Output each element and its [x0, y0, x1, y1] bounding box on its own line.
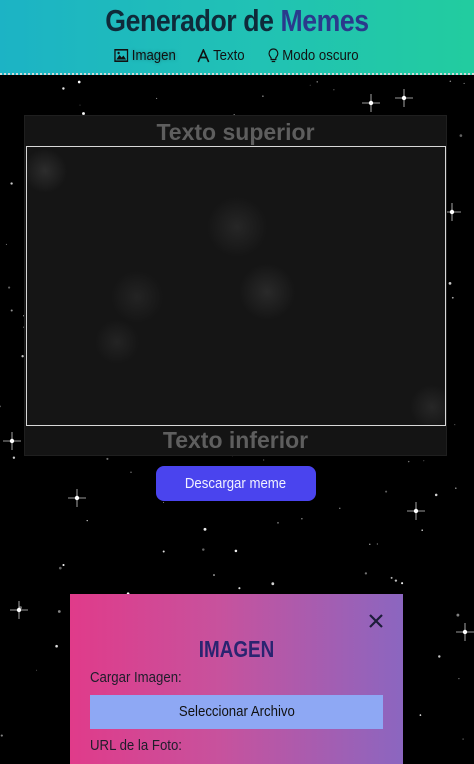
- star: [454, 424, 456, 426]
- star: [62, 563, 65, 567]
- sparkle-star: [407, 502, 425, 520]
- star: [438, 655, 441, 658]
- star: [376, 543, 378, 545]
- nav-label-modo-oscuro: Modo oscuro: [281, 47, 359, 64]
- title-part-2: Memes: [280, 3, 369, 38]
- star: [202, 548, 205, 551]
- star: [156, 97, 158, 99]
- image-settings-panel: IMAGEN Cargar Imagen: Seleccionar Archiv…: [70, 594, 403, 764]
- select-file-label: Seleccionar Archivo: [178, 703, 295, 720]
- star: [463, 82, 465, 84]
- star: [10, 309, 13, 312]
- nav-item-modo-oscuro[interactable]: Modo oscuro: [268, 47, 358, 64]
- star: [301, 518, 303, 520]
- title-part-1: Generador de: [105, 3, 274, 38]
- app-title: Generador de Memes: [33, 2, 441, 40]
- meme-preview: Texto superior Texto inferior: [24, 115, 447, 456]
- star: [462, 738, 464, 740]
- sparkle-star: [456, 623, 474, 641]
- star: [458, 677, 460, 680]
- star: [369, 543, 371, 545]
- star: [12, 456, 16, 459]
- sparkle-star: [10, 601, 28, 619]
- star: [421, 529, 423, 531]
- star: [8, 286, 11, 289]
- sparkle-star: [68, 489, 86, 507]
- star: [79, 104, 81, 106]
- star: [58, 566, 62, 570]
- star: [449, 80, 452, 82]
- star: [394, 579, 398, 582]
- star: [333, 89, 335, 91]
- meme-image: [26, 146, 446, 426]
- nav-label-imagen: Imagen: [131, 47, 176, 64]
- star: [62, 87, 65, 90]
- star: [419, 714, 422, 716]
- image-icon: [113, 49, 128, 62]
- star: [390, 576, 393, 579]
- star: [106, 457, 109, 460]
- sparkle-star: [362, 94, 380, 112]
- star: [86, 519, 88, 522]
- star: [339, 507, 341, 509]
- star: [0, 405, 1, 408]
- star: [163, 501, 165, 503]
- star: [238, 587, 241, 590]
- star: [57, 610, 61, 613]
- star: [309, 84, 311, 86]
- star: [277, 521, 279, 524]
- download-meme-button[interactable]: Descargar meme: [156, 466, 316, 501]
- star: [263, 459, 265, 461]
- star: [364, 572, 368, 575]
- star: [213, 574, 215, 576]
- star: [385, 490, 388, 493]
- top-nav: Imagen Texto Modo oscuro: [0, 47, 474, 64]
- star: [77, 80, 81, 84]
- meme-top-text: Texto superior: [156, 119, 315, 145]
- star: [434, 493, 438, 497]
- star: [234, 549, 238, 553]
- star: [401, 582, 404, 585]
- photo-url-label: URL de la Foto:: [90, 737, 182, 754]
- star: [456, 613, 460, 617]
- star: [455, 487, 457, 489]
- star: [130, 471, 132, 473]
- nav-label-texto: Texto: [212, 47, 245, 64]
- download-meme-label: Descargar meme: [185, 475, 287, 492]
- star: [5, 243, 7, 245]
- panel-title: IMAGEN: [198, 636, 275, 662]
- text-icon: [197, 48, 210, 62]
- star: [0, 734, 3, 737]
- star: [407, 460, 410, 463]
- star: [271, 582, 275, 586]
- star: [316, 81, 318, 83]
- star: [459, 134, 463, 137]
- sparkle-star: [395, 89, 413, 107]
- nav-item-texto[interactable]: Texto: [197, 47, 244, 64]
- star: [262, 95, 264, 97]
- star: [162, 550, 165, 553]
- star: [203, 527, 207, 531]
- upload-image-label: Cargar Imagen:: [90, 669, 182, 686]
- star: [451, 296, 454, 299]
- close-icon[interactable]: [367, 612, 385, 630]
- app-header: Generador de Memes Imagen Texto Modo osc…: [0, 0, 474, 75]
- select-file-button[interactable]: Seleccionar Archivo: [90, 695, 383, 729]
- nav-item-imagen[interactable]: Imagen: [113, 47, 176, 64]
- sparkle-star: [3, 432, 21, 450]
- meme-bottom-text: Texto inferior: [162, 427, 309, 453]
- star: [448, 282, 452, 285]
- star: [36, 669, 38, 671]
- lightbulb-icon: [268, 48, 279, 63]
- star: [423, 460, 425, 462]
- star: [55, 644, 58, 648]
- star: [10, 182, 13, 185]
